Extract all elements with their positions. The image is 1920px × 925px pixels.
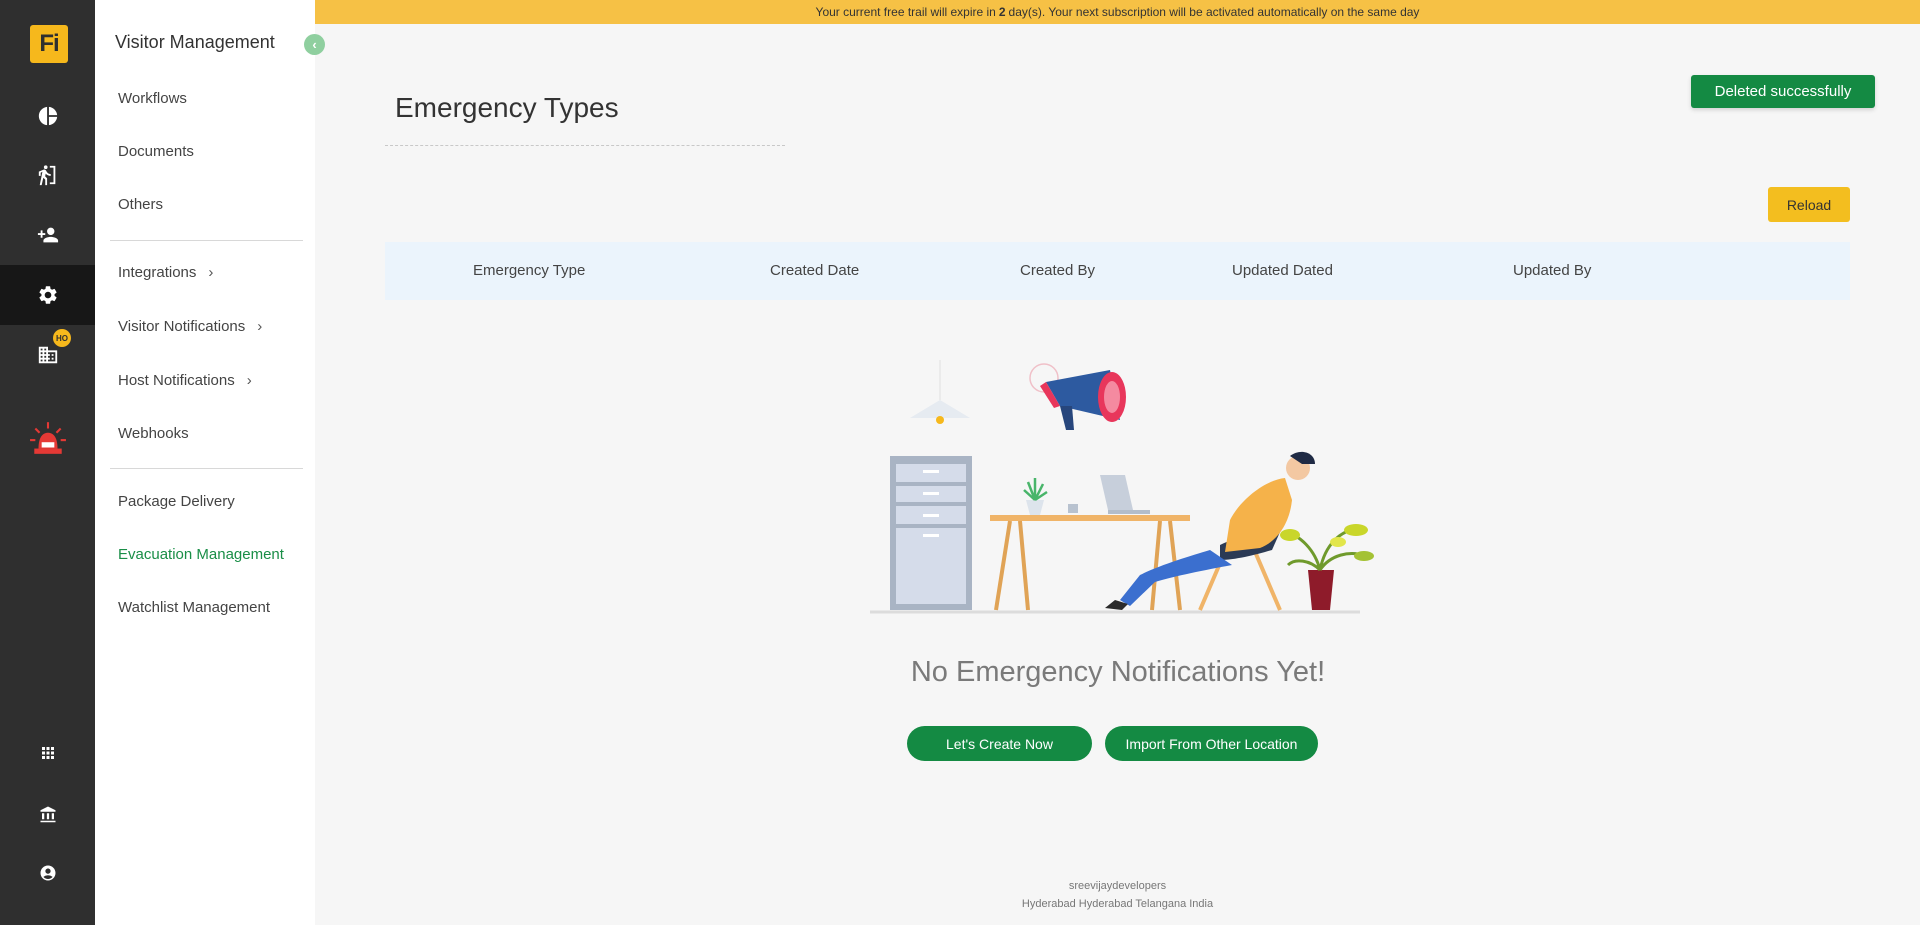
chevron-right-icon: ›	[246, 372, 252, 389]
import-from-location-button[interactable]: Import From Other Location	[1105, 726, 1318, 761]
chevron-right-icon: ›	[208, 264, 214, 281]
column-header-updated-date[interactable]: Updated Dated	[1232, 262, 1333, 279]
sidebar-item-visitor-notifications[interactable]: Visitor Notifications ›	[118, 318, 262, 335]
trial-days: 2	[998, 5, 1006, 19]
sidebar-item-package-delivery[interactable]: Package Delivery	[118, 493, 235, 510]
settings-gear-icon	[38, 286, 57, 304]
sidebar-item-webhooks[interactable]: Webhooks	[118, 425, 189, 442]
sidebar-item-documents[interactable]: Documents	[118, 143, 194, 160]
rail-item-account[interactable]	[0, 843, 95, 903]
sidebar-item-evacuation-management[interactable]: Evacuation Management	[118, 546, 284, 563]
sidebar-title: Visitor Management	[115, 32, 275, 52]
reload-button[interactable]: Reload	[1768, 187, 1850, 222]
rail-item-dashboard[interactable]	[0, 86, 95, 146]
emergency-siren-icon	[29, 422, 66, 454]
column-header-created-date[interactable]: Created Date	[770, 262, 859, 279]
rail-item-visitors[interactable]	[0, 145, 95, 205]
account-icon	[40, 865, 55, 881]
title-underline	[385, 145, 785, 146]
footer-address: Hyderabad Hyderabad Telangana India	[1021, 898, 1214, 910]
sidebar-divider	[110, 240, 303, 241]
ho-badge: HO	[53, 329, 71, 347]
table-header: Emergency Type Created Date Created By U…	[385, 242, 1850, 300]
sidebar-item-others[interactable]: Others	[118, 196, 163, 213]
collapse-sidebar-button[interactable]: ‹	[304, 34, 325, 55]
page-title: Emergency Types	[395, 92, 619, 123]
sidebar-item-integrations[interactable]: Integrations ›	[118, 264, 213, 281]
rail-item-building[interactable]: HO	[0, 325, 95, 385]
add-user-icon	[37, 227, 58, 243]
column-header-emergency-type[interactable]: Emergency Type	[473, 262, 585, 279]
create-now-button[interactable]: Let's Create Now	[907, 726, 1092, 761]
empty-state-title: No Emergency Notifications Yet!	[910, 656, 1326, 688]
trial-banner: Your current free trail will expire in 2…	[315, 0, 1920, 24]
rail-item-apps[interactable]	[0, 723, 95, 783]
chevron-left-icon: ‹	[312, 37, 317, 52]
sidebar-item-host-notifications[interactable]: Host Notifications ›	[118, 372, 252, 389]
dashboard-pie-icon	[38, 106, 57, 126]
settings-sidebar: Visitor Management ‹ Workflows Documents…	[95, 0, 325, 925]
sidebar-item-watchlist-management[interactable]: Watchlist Management	[118, 599, 270, 616]
rail-item-settings[interactable]	[0, 265, 95, 325]
rail-item-bank[interactable]	[0, 784, 95, 844]
apps-grid-icon	[41, 747, 54, 759]
rail-item-emergency[interactable]	[0, 408, 95, 468]
app-logo[interactable]: Fi	[30, 25, 68, 63]
empty-state-illustration	[870, 360, 1374, 614]
visitor-walk-icon	[38, 165, 55, 186]
icon-rail: Fi HO	[0, 0, 95, 925]
sidebar-divider	[110, 468, 303, 469]
rail-item-add-user[interactable]	[0, 205, 95, 265]
building-icon	[38, 346, 57, 364]
bank-icon	[40, 806, 55, 823]
chevron-right-icon: ›	[257, 318, 263, 335]
success-toast: Deleted successfully	[1691, 75, 1875, 108]
footer-company: sreevijaydevelopers	[1068, 880, 1167, 892]
sidebar-item-workflows[interactable]: Workflows	[118, 90, 187, 107]
column-header-created-by[interactable]: Created By	[1020, 262, 1095, 279]
column-header-updated-by[interactable]: Updated By	[1513, 262, 1591, 279]
